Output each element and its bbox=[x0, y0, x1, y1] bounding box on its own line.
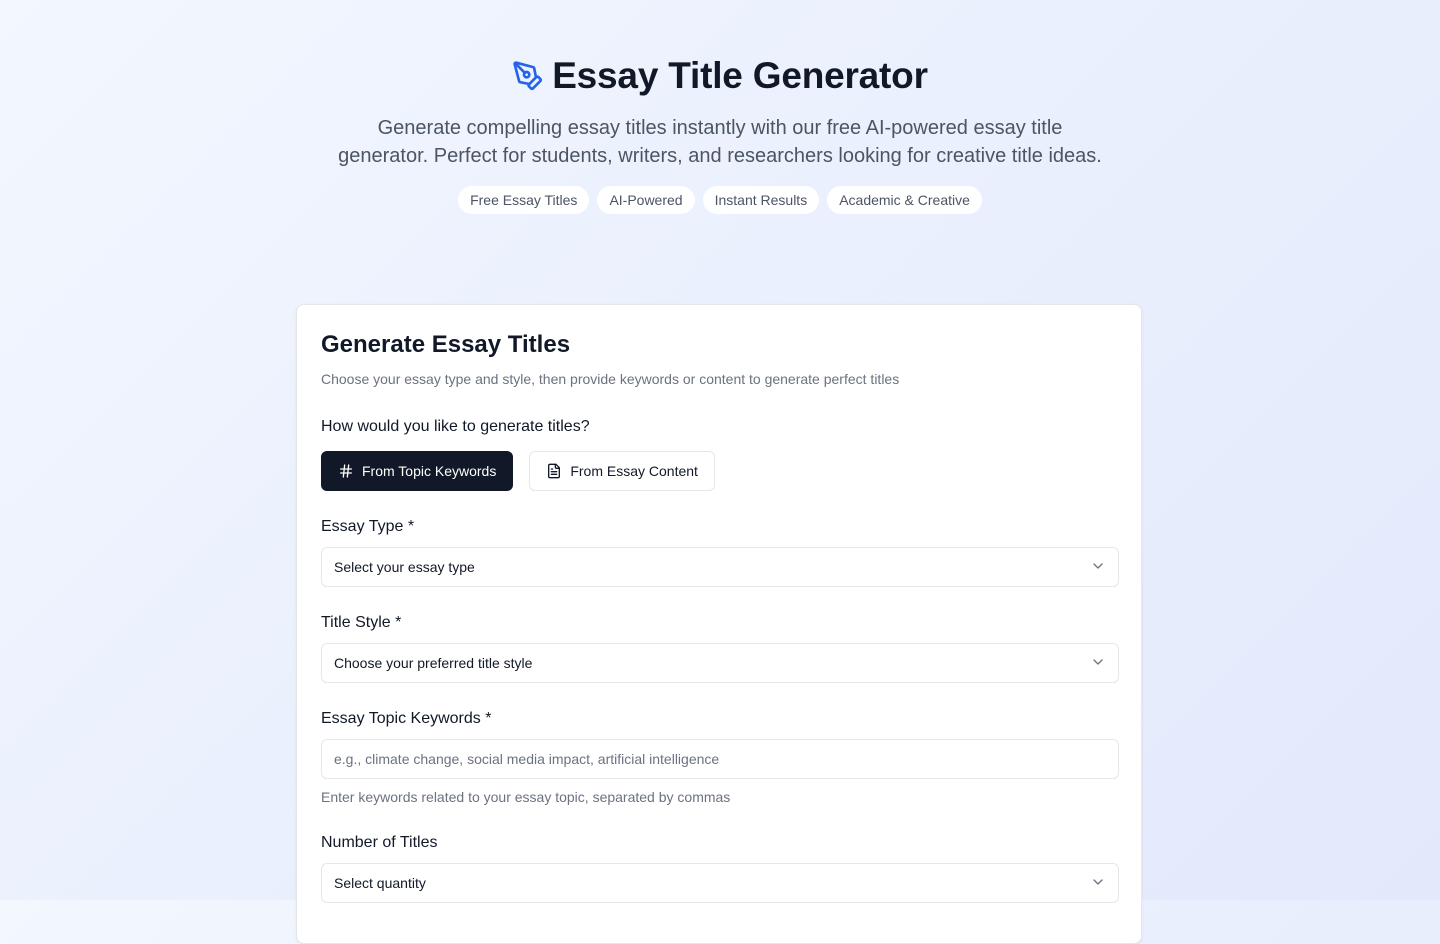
chevron-down-icon bbox=[1090, 558, 1106, 577]
from-essay-content-button[interactable]: From Essay Content bbox=[529, 451, 715, 491]
generator-card: Generate Essay Titles Choose your essay … bbox=[296, 304, 1142, 944]
pen-tool-icon bbox=[512, 60, 544, 92]
essay-type-value: Select your essay type bbox=[334, 559, 475, 575]
badge-ai-powered: AI-Powered bbox=[597, 186, 695, 214]
page-subtitle: Generate compelling essay titles instant… bbox=[338, 117, 1102, 167]
chevron-down-icon bbox=[1090, 874, 1106, 893]
essay-type-select[interactable]: Select your essay type bbox=[321, 547, 1119, 587]
badge-free-essay-titles: Free Essay Titles bbox=[458, 186, 590, 214]
keywords-field: Essay Topic Keywords * Enter keywords re… bbox=[321, 707, 1119, 807]
quantity-value: Select quantity bbox=[334, 875, 426, 891]
feature-badges: Free Essay Titles AI-Powered Instant Res… bbox=[0, 186, 1440, 214]
page-title: Essay Title Generator bbox=[552, 55, 928, 96]
mode-toggle-group: From Topic Keywords From Essay Content bbox=[321, 451, 1117, 491]
essay-type-field: Essay Type * Select your essay type bbox=[321, 515, 1119, 587]
hero-section: Essay Title Generator Generate compellin… bbox=[0, 0, 1440, 214]
badge-academic-creative: Academic & Creative bbox=[827, 186, 982, 214]
file-text-icon bbox=[546, 463, 562, 479]
card-description: Choose your essay type and style, then p… bbox=[321, 371, 900, 387]
mode-question: How would you like to generate titles? bbox=[321, 418, 590, 435]
quantity-label: Number of Titles bbox=[321, 834, 438, 851]
from-essay-content-label: From Essay Content bbox=[570, 463, 698, 479]
from-topic-keywords-label: From Topic Keywords bbox=[362, 463, 497, 479]
title-style-select[interactable]: Choose your preferred title style bbox=[321, 643, 1119, 683]
title-style-field: Title Style * Choose your preferred titl… bbox=[321, 611, 1119, 683]
keywords-helper-text: Enter keywords related to your essay top… bbox=[321, 789, 731, 805]
essay-type-label: Essay Type * bbox=[321, 518, 415, 535]
badge-instant-results: Instant Results bbox=[702, 186, 820, 214]
keywords-input[interactable] bbox=[321, 739, 1119, 779]
keywords-label: Essay Topic Keywords * bbox=[321, 710, 492, 727]
card-title: Generate Essay Titles bbox=[321, 331, 571, 358]
title-row: Essay Title Generator bbox=[0, 54, 1440, 98]
chevron-down-icon bbox=[1090, 654, 1106, 673]
quantity-select[interactable]: Select quantity bbox=[321, 863, 1119, 903]
quantity-field: Number of Titles Select quantity bbox=[321, 831, 1119, 903]
from-topic-keywords-button[interactable]: From Topic Keywords bbox=[321, 451, 514, 491]
title-style-value: Choose your preferred title style bbox=[334, 655, 533, 671]
hash-icon bbox=[338, 463, 354, 479]
title-style-label: Title Style * bbox=[321, 614, 402, 631]
